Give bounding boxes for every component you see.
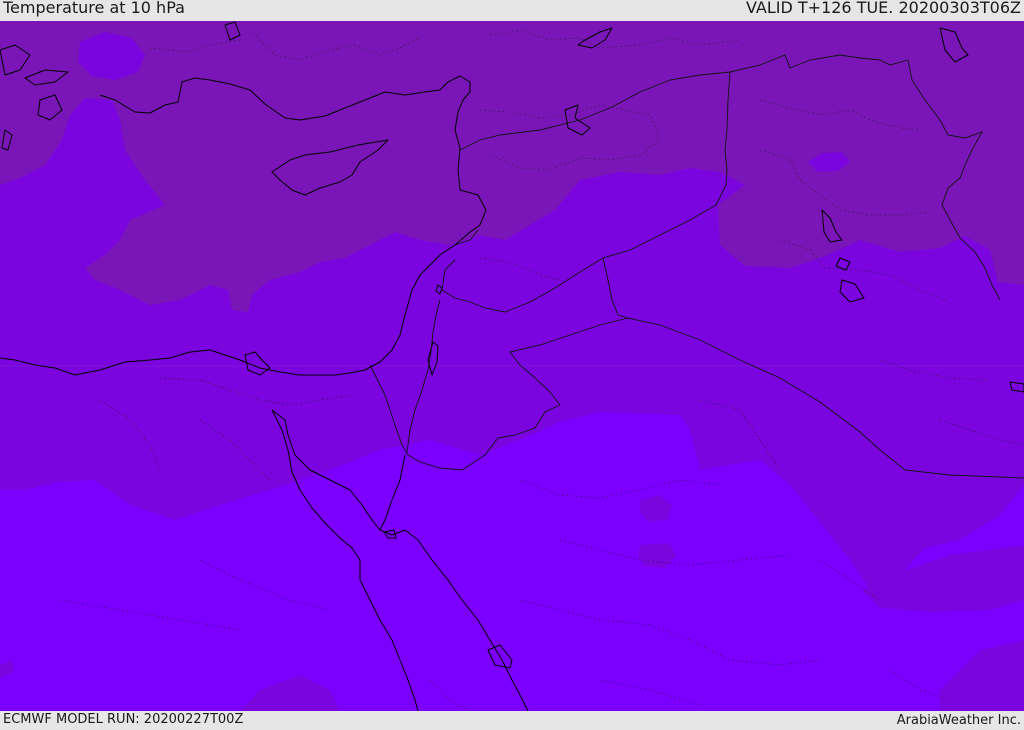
valid-time-label: VALID T+126 TUE. 20200303T06Z — [745, 0, 1021, 17]
provider-credit: ArabiaWeather Inc. — [896, 713, 1021, 728]
map-title: Temperature at 10 hPa — [3, 0, 185, 17]
weather-map[interactable] — [0, 21, 1024, 711]
footer-bar: ECMWF MODEL RUN: 20200227T00Z ArabiaWeat… — [0, 711, 1024, 729]
map-canvas — [0, 21, 1024, 711]
title-bar: Temperature at 10 hPa VALID T+126 TUE. 2… — [0, 0, 1024, 21]
model-run-label: ECMWF MODEL RUN: 20200227T00Z — [3, 712, 244, 727]
